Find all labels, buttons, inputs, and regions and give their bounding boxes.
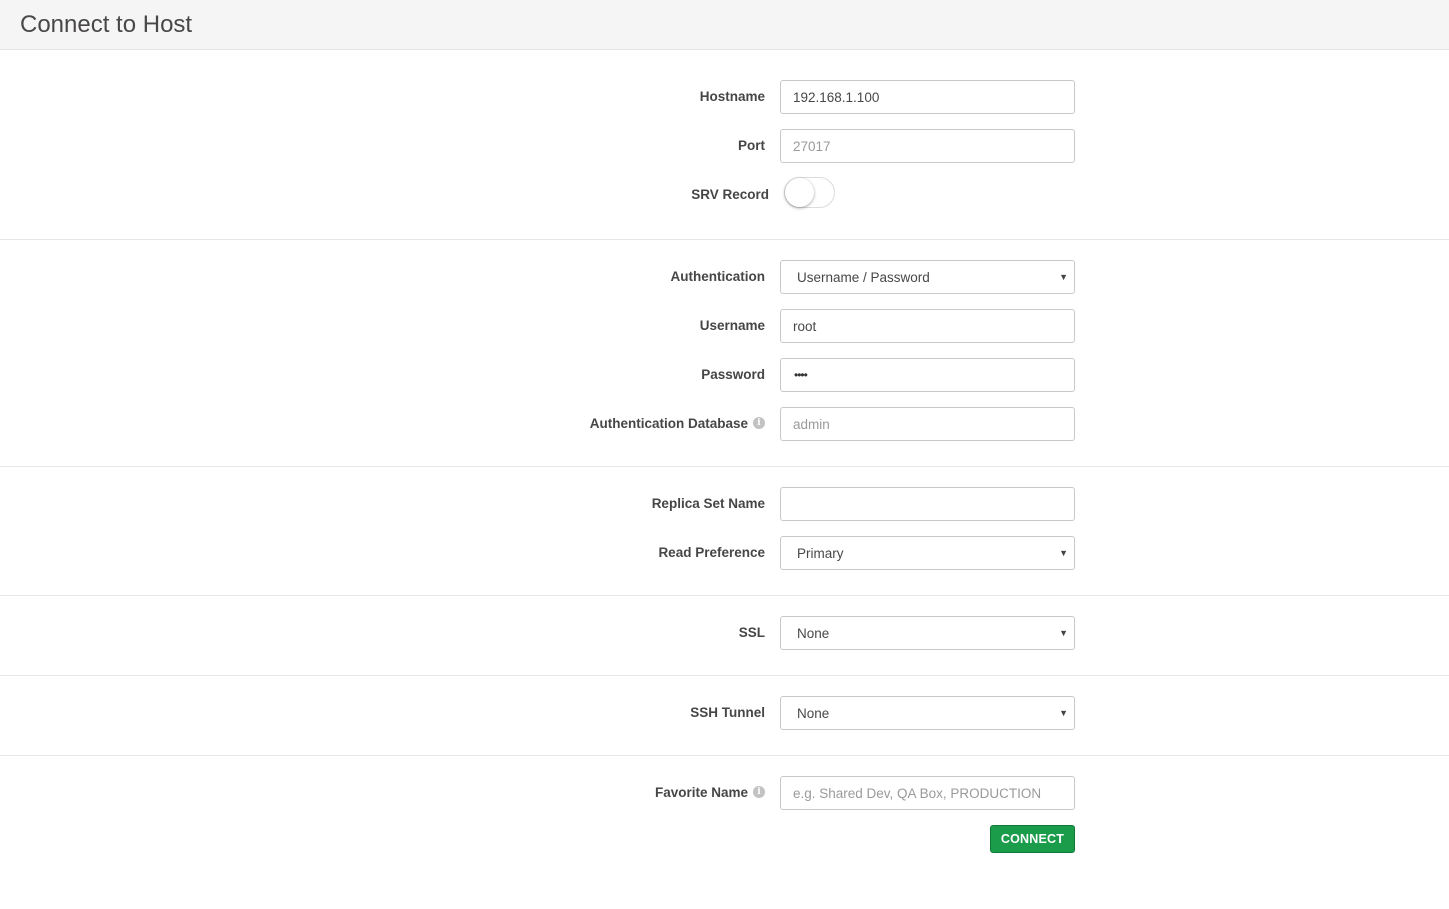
favorite-name-label-text: Favorite Name <box>654 784 748 800</box>
auth-database-label-text: Authentication Database <box>589 415 748 431</box>
username-label: Username <box>699 317 765 333</box>
port-field[interactable] <box>780 129 1075 163</box>
favorite-name-input[interactable] <box>781 777 1074 809</box>
header-bar: Connect to Host <box>0 0 1449 50</box>
hostname-input[interactable] <box>781 81 1074 113</box>
read-preference-select[interactable]: Primary ▼ <box>780 536 1075 570</box>
section-divider <box>0 595 1449 596</box>
port-input[interactable] <box>781 130 1074 162</box>
password-masked-value: •••• <box>794 368 808 382</box>
replica-set-field[interactable] <box>780 487 1075 521</box>
ssl-select[interactable]: None ▼ <box>780 616 1075 650</box>
info-icon[interactable]: i <box>753 417 765 429</box>
page-title: Connect to Host <box>20 11 193 38</box>
username-field[interactable] <box>780 309 1075 343</box>
srv-record-label: SRV Record <box>691 186 769 202</box>
favorite-name-label: Favorite Name i <box>655 783 765 801</box>
toggle-knob <box>785 178 814 207</box>
auth-database-input[interactable] <box>781 408 1074 440</box>
password-field[interactable]: •••• <box>780 358 1075 392</box>
read-preference-label: Read Preference <box>658 544 765 560</box>
ssh-tunnel-select[interactable]: None ▼ <box>780 696 1075 730</box>
authentication-value: Username / Password <box>797 269 930 285</box>
info-icon[interactable]: i <box>753 786 765 798</box>
hostname-label: Hostname <box>699 88 765 104</box>
section-divider <box>0 675 1449 676</box>
ssh-tunnel-label: SSH Tunnel <box>690 704 765 720</box>
hostname-field[interactable] <box>780 80 1075 114</box>
chevron-down-icon: ▼ <box>1059 272 1068 282</box>
ssl-label: SSL <box>738 624 765 640</box>
chevron-down-icon: ▼ <box>1059 548 1068 558</box>
favorite-name-field[interactable] <box>780 776 1075 810</box>
srv-record-toggle[interactable] <box>784 177 835 208</box>
auth-database-field[interactable] <box>780 407 1075 441</box>
auth-database-label: Authentication Database i <box>590 414 765 432</box>
password-label: Password <box>701 366 765 382</box>
port-label: Port <box>738 137 765 153</box>
chevron-down-icon: ▼ <box>1059 708 1068 718</box>
ssh-tunnel-value: None <box>797 705 830 721</box>
ssl-value: None <box>797 625 830 641</box>
connect-button[interactable]: CONNECT <box>990 825 1075 853</box>
replica-set-input[interactable] <box>781 488 1074 520</box>
authentication-select[interactable]: Username / Password ▼ <box>780 260 1075 294</box>
authentication-label: Authentication <box>670 268 766 284</box>
chevron-down-icon: ▼ <box>1059 628 1068 638</box>
section-divider <box>0 239 1449 240</box>
username-input[interactable] <box>781 310 1074 342</box>
section-divider <box>0 466 1449 467</box>
read-preference-value: Primary <box>797 545 844 561</box>
section-divider <box>0 755 1449 756</box>
replica-set-label: Replica Set Name <box>651 495 765 511</box>
